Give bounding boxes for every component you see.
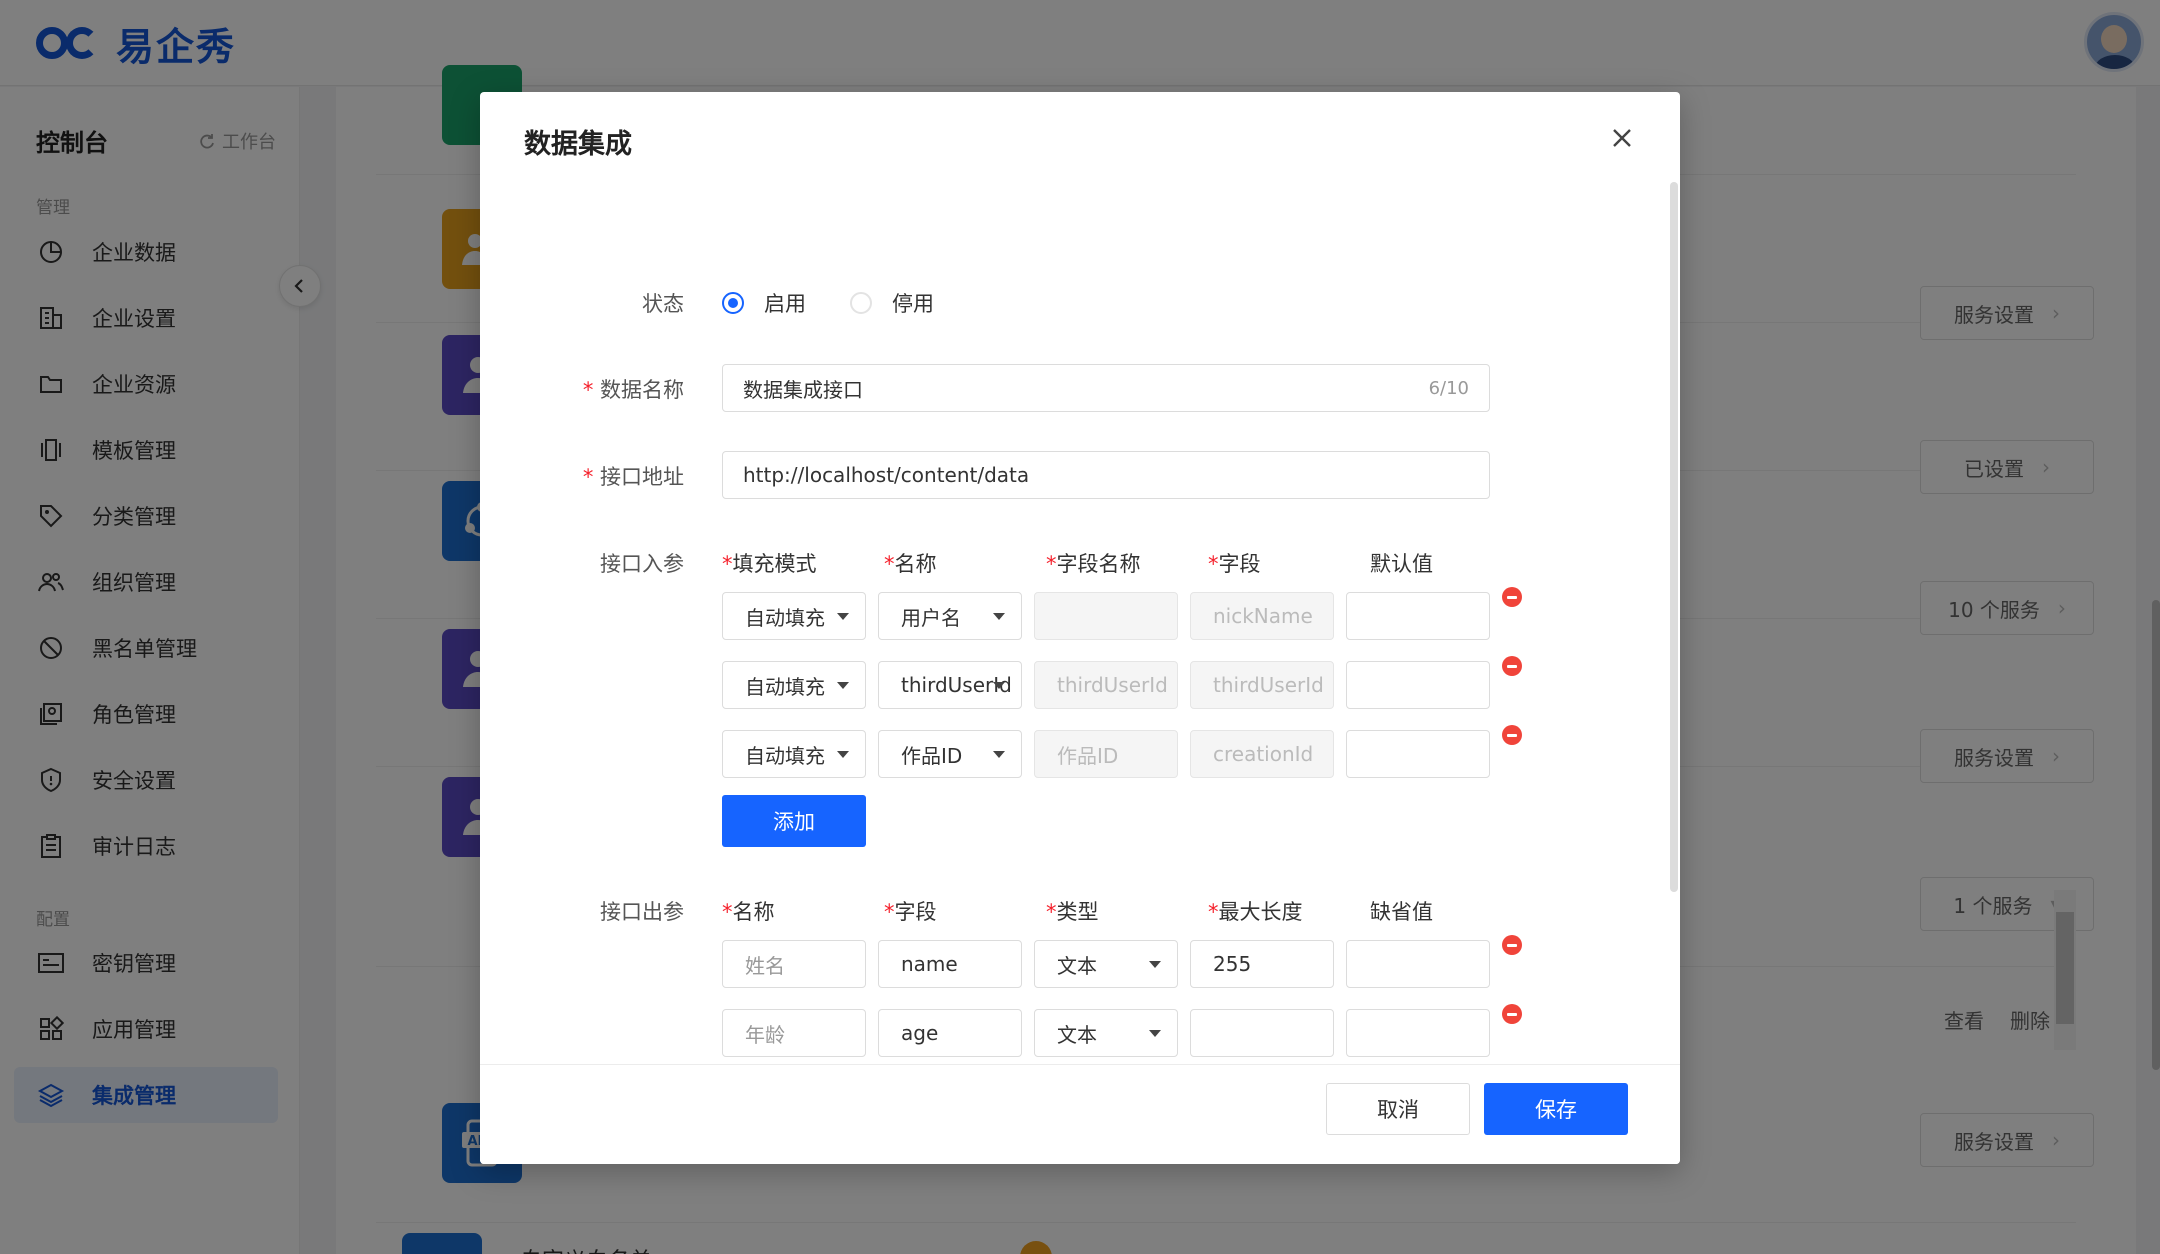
- remove-row-icon[interactable]: [1502, 935, 1522, 955]
- column-header: *类型: [1046, 900, 1099, 924]
- output-field-input[interactable]: name: [878, 940, 1022, 988]
- caret-down-icon: [1149, 961, 1161, 968]
- status-enabled-radio[interactable]: 启用: [722, 288, 806, 318]
- param-name-select[interactable]: 用户名: [878, 592, 1022, 640]
- field-name-input: 作品ID: [1034, 730, 1178, 778]
- default-value-input[interactable]: [1346, 592, 1490, 640]
- output-name-input[interactable]: 年龄: [722, 1009, 866, 1057]
- dialog-title: 数据集成: [524, 129, 632, 160]
- output-params-label: 接口出参: [600, 900, 684, 924]
- radio-label: 启用: [764, 292, 806, 316]
- input-params-label: 接口入参: [600, 552, 684, 576]
- output-field-input[interactable]: age: [878, 1009, 1022, 1057]
- close-icon: [1613, 129, 1631, 147]
- default-value-input[interactable]: [1346, 730, 1490, 778]
- caret-down-icon: [993, 682, 1005, 689]
- remove-row-icon[interactable]: [1502, 725, 1522, 745]
- data-name-input[interactable]: 数据集成接口 6/10: [722, 364, 1490, 412]
- output-name-input[interactable]: 姓名: [722, 940, 866, 988]
- api-url-value: http://localhost/content/data: [743, 463, 1030, 487]
- status-disabled-radio[interactable]: 停用: [850, 288, 934, 318]
- column-header: *填充模式: [722, 552, 817, 576]
- caret-down-icon: [993, 613, 1005, 620]
- field-name-input: [1034, 592, 1178, 640]
- status-label: 状态: [642, 292, 684, 316]
- close-button[interactable]: [1604, 120, 1640, 156]
- column-header: 默认值: [1370, 552, 1433, 576]
- default-value-input[interactable]: [1346, 940, 1490, 988]
- field-name-input: thirdUserId: [1034, 661, 1178, 709]
- column-header: *字段: [884, 900, 937, 924]
- remove-row-icon[interactable]: [1502, 1004, 1522, 1024]
- output-type-select[interactable]: 文本: [1034, 940, 1178, 988]
- remove-row-icon[interactable]: [1502, 587, 1522, 607]
- fill-mode-select[interactable]: 自动填充: [722, 592, 866, 640]
- column-header: *字段名称: [1046, 552, 1141, 576]
- max-length-input[interactable]: [1190, 1009, 1334, 1057]
- column-header: *最大长度: [1208, 900, 1303, 924]
- radio-label: 停用: [892, 292, 934, 316]
- caret-down-icon: [837, 751, 849, 758]
- field-input: thirdUserId: [1190, 661, 1334, 709]
- api-url-input[interactable]: http://localhost/content/data: [722, 451, 1490, 499]
- column-header: *字段: [1208, 552, 1261, 576]
- dialog-footer: 取消 保存: [480, 1064, 1680, 1164]
- name-label: * 数据名称: [582, 378, 684, 402]
- fill-mode-select[interactable]: 自动填充: [722, 661, 866, 709]
- url-label: * 接口地址: [582, 465, 684, 489]
- save-button[interactable]: 保存: [1484, 1083, 1628, 1135]
- default-value-input[interactable]: [1346, 1009, 1490, 1057]
- column-header: *名称: [722, 900, 775, 924]
- add-input-param-button[interactable]: 添加: [722, 795, 866, 847]
- output-type-select[interactable]: 文本: [1034, 1009, 1178, 1057]
- remove-row-icon[interactable]: [1502, 656, 1522, 676]
- fill-mode-select[interactable]: 自动填充: [722, 730, 866, 778]
- caret-down-icon: [993, 751, 1005, 758]
- dialog-body: 状态 启用 停用 * 数据名称 数据集成接口 6/10 * 接口地址 http:…: [480, 182, 1680, 1156]
- dialog-scrollbar[interactable]: [1670, 182, 1678, 892]
- caret-down-icon: [837, 613, 849, 620]
- field-input: nickName: [1190, 592, 1334, 640]
- caret-down-icon: [837, 682, 849, 689]
- param-name-select[interactable]: 作品ID: [878, 730, 1022, 778]
- param-name-select[interactable]: thirdUserId: [878, 661, 1022, 709]
- cancel-button[interactable]: 取消: [1326, 1083, 1470, 1135]
- data-integration-dialog: 数据集成 状态 启用 停用 * 数据名称 数据集成接口 6/10 * 接口地址 …: [480, 92, 1680, 1164]
- column-header: *名称: [884, 552, 937, 576]
- data-name-value: 数据集成接口: [743, 377, 863, 402]
- char-counter: 6/10: [1428, 377, 1469, 399]
- field-input: creationId: [1190, 730, 1334, 778]
- max-length-input[interactable]: 255: [1190, 940, 1334, 988]
- column-header: 缺省值: [1370, 900, 1433, 924]
- default-value-input[interactable]: [1346, 661, 1490, 709]
- caret-down-icon: [1149, 1030, 1161, 1037]
